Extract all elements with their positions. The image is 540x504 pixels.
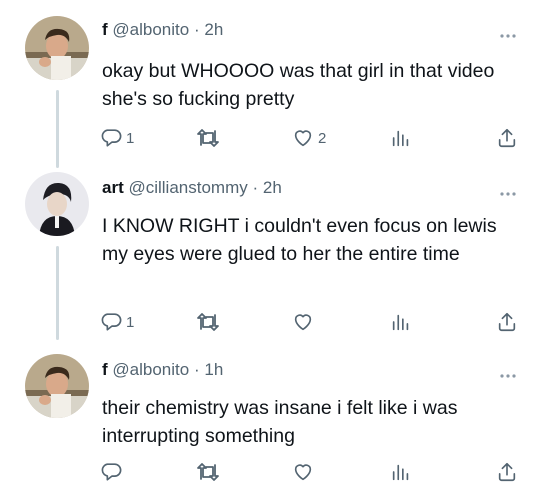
separator: ·	[193, 360, 200, 379]
display-name[interactable]: f	[102, 360, 108, 379]
timestamp[interactable]: 1h	[204, 360, 223, 379]
reply-icon	[100, 127, 122, 149]
tweet-header: f @albonito · 2h	[102, 20, 500, 40]
like-count: 2	[318, 129, 327, 147]
handle[interactable]: @cillianstommy	[128, 178, 247, 197]
share-button[interactable]	[496, 126, 518, 150]
separator: ·	[252, 178, 259, 197]
reply-button[interactable]: 1	[100, 126, 134, 150]
display-name[interactable]: art	[102, 178, 124, 197]
display-name[interactable]: f	[102, 20, 108, 39]
retweet-button[interactable]	[196, 126, 224, 150]
separator: ·	[193, 20, 200, 39]
tweet-1[interactable]: f @albonito · 2h okay but WHOOOO was tha…	[0, 0, 540, 172]
like-button[interactable]: 2	[292, 126, 326, 150]
tweet-text: I KNOW RIGHT i couldn't even focus on le…	[102, 215, 497, 265]
tweet-2[interactable]: art @cillianstommy · 2h I KNOW RIGHT i c…	[0, 172, 540, 340]
views-button[interactable]	[390, 126, 416, 150]
timestamp[interactable]: 2h	[204, 20, 223, 39]
reply-count: 1	[126, 313, 135, 331]
share-icon	[496, 127, 518, 149]
views-icon	[390, 461, 412, 483]
share-button[interactable]	[496, 460, 518, 484]
share-button[interactable]	[496, 310, 518, 334]
action-bar: 1	[100, 310, 524, 334]
avatar-albonito[interactable]	[25, 354, 89, 418]
reply-icon	[100, 311, 122, 333]
share-icon	[496, 311, 518, 333]
reply-button[interactable]	[100, 460, 126, 484]
avatar-albonito[interactable]	[25, 16, 89, 80]
reply-count: 1	[126, 129, 135, 147]
handle[interactable]: @albonito	[112, 360, 189, 379]
action-bar	[100, 460, 524, 484]
avatar-cillianstommy[interactable]	[25, 172, 89, 236]
reply-icon	[100, 461, 122, 483]
thread-line	[56, 246, 59, 340]
heart-icon	[292, 461, 314, 483]
more-icon[interactable]	[500, 366, 516, 378]
retweet-button[interactable]	[196, 310, 224, 334]
retweet-icon	[196, 127, 220, 149]
more-icon[interactable]	[500, 184, 516, 196]
views-icon	[390, 311, 412, 333]
tweet-text: okay but WHOOOO was that girl in that vi…	[102, 60, 495, 110]
share-icon	[496, 461, 518, 483]
timestamp[interactable]: 2h	[263, 178, 282, 197]
handle[interactable]: @albonito	[112, 20, 189, 39]
more-icon[interactable]	[500, 26, 516, 38]
like-button[interactable]	[292, 460, 318, 484]
views-button[interactable]	[390, 310, 416, 334]
action-bar: 1 2	[100, 126, 524, 150]
heart-icon	[292, 127, 314, 149]
tweet-header: f @albonito · 1h	[102, 360, 500, 380]
retweet-button[interactable]	[196, 460, 224, 484]
retweet-icon	[196, 461, 220, 483]
tweet-3[interactable]: f @albonito · 1h their chemistry was ins…	[0, 340, 540, 504]
views-button[interactable]	[390, 460, 416, 484]
retweet-icon	[196, 311, 220, 333]
heart-icon	[292, 311, 314, 333]
tweet-header: art @cillianstommy · 2h	[102, 178, 500, 198]
tweet-text: their chemistry was insane i felt like i…	[102, 397, 458, 447]
thread-line	[56, 90, 59, 168]
like-button[interactable]	[292, 310, 318, 334]
views-icon	[390, 127, 412, 149]
reply-button[interactable]: 1	[100, 310, 134, 334]
